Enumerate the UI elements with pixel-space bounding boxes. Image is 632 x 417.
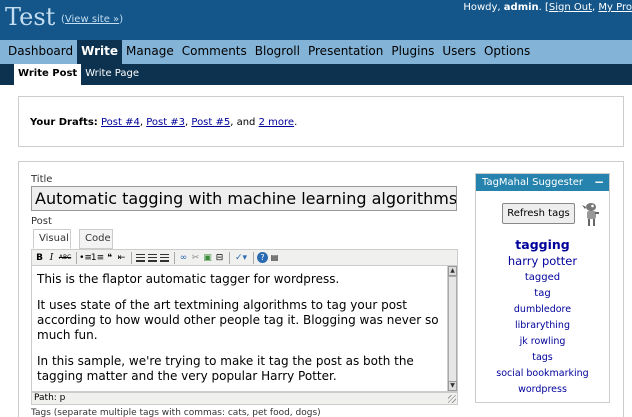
suggested-tag-link[interactable]: wordpress bbox=[476, 382, 609, 398]
editor-paragraph: In this sample, we're trying to make it … bbox=[37, 354, 414, 383]
scroll-up-arrow-icon[interactable]: ▲ bbox=[448, 266, 457, 276]
post-label: Post bbox=[31, 216, 52, 227]
suggested-tag-link[interactable]: tagging bbox=[476, 236, 609, 254]
sub-menu: Write Post Write Page bbox=[0, 64, 632, 85]
unlink-icon[interactable]: ✂ bbox=[190, 251, 201, 265]
suggested-tag-link[interactable]: tags bbox=[476, 350, 609, 366]
image-icon[interactable]: ▣ bbox=[202, 251, 213, 265]
submenu-write-post[interactable]: Write Post bbox=[14, 64, 82, 85]
more-drafts-link[interactable]: 2 more bbox=[259, 117, 294, 128]
suggested-tag-link[interactable]: harry potter bbox=[476, 254, 609, 270]
editor-scrollbar[interactable]: ▲ ▼ bbox=[447, 266, 457, 391]
collapse-icon[interactable]: − bbox=[594, 175, 604, 189]
align-left-icon[interactable] bbox=[135, 251, 146, 265]
toolbar-divider bbox=[253, 251, 254, 264]
bold-button[interactable]: B bbox=[34, 251, 45, 265]
editor-paragraph: It uses state of the art textmining algo… bbox=[37, 298, 439, 342]
tag-suggester-panel: TagMahal Suggester − Refresh tags taggin… bbox=[475, 173, 610, 403]
italic-button[interactable]: I bbox=[46, 251, 57, 265]
spellcheck-icon[interactable]: ✓▾ bbox=[233, 251, 249, 265]
menu-write[interactable]: Write bbox=[77, 40, 123, 64]
strikethrough-button[interactable]: ABC bbox=[58, 251, 72, 265]
editor-path: Path: p bbox=[34, 393, 66, 403]
scroll-thumb[interactable] bbox=[448, 276, 457, 382]
menu-comments[interactable]: Comments bbox=[178, 40, 251, 64]
username: admin bbox=[503, 2, 539, 13]
toolbar-divider bbox=[174, 251, 175, 264]
refresh-tags-button[interactable]: Refresh tags bbox=[502, 203, 575, 224]
post-editor[interactable]: This is the flaptor automatic tagger for… bbox=[31, 266, 458, 392]
suggested-tag-link[interactable]: jk rowling bbox=[476, 334, 609, 350]
suggested-tag-link[interactable]: tag bbox=[476, 286, 609, 302]
draft-link[interactable]: Post #5 bbox=[191, 117, 230, 128]
link-icon[interactable]: ∞ bbox=[178, 251, 189, 265]
outdent-icon[interactable]: ⇤ bbox=[116, 251, 127, 265]
tag-cloud: tagging harry potter tagged tag dumbledore li… bbox=[476, 236, 609, 398]
title-input[interactable]: Automatic tagging with machine learning … bbox=[31, 186, 457, 211]
drafts-box: Your Drafts: Post #4, Post #3, Post #5, … bbox=[18, 96, 624, 147]
header: Test (View site ») Howdy, admin. [Sign O… bbox=[0, 0, 632, 40]
title-label: Title bbox=[31, 174, 53, 185]
tagmahal-robot-icon bbox=[582, 203, 599, 226]
numbered-list-icon[interactable]: 1≡ bbox=[91, 251, 104, 265]
editor-paragraph: This is the flaptor automatic tagger for… bbox=[37, 272, 340, 286]
view-site: (View site ») bbox=[61, 14, 124, 25]
scroll-down-arrow-icon[interactable]: ▼ bbox=[448, 381, 457, 391]
tab-code[interactable]: Code bbox=[79, 229, 113, 249]
menu-users[interactable]: Users bbox=[438, 40, 480, 64]
kitchen-sink-icon[interactable]: ▤ bbox=[269, 251, 280, 265]
drafts-label: Your Drafts: bbox=[30, 117, 98, 128]
help-icon[interactable]: ? bbox=[257, 252, 268, 263]
user-info: Howdy, admin. [Sign Out, My Pro bbox=[463, 2, 632, 13]
tags-label: Tags (separate multiple tags with commas… bbox=[31, 408, 321, 417]
editor-path-bar: Path: p bbox=[31, 392, 458, 405]
admin-menu: Dashboard Write Manage Comments Blogroll… bbox=[0, 40, 632, 64]
drafts-line: Your Drafts: Post #4, Post #3, Post #5, … bbox=[30, 117, 298, 128]
tag-panel-title: TagMahal Suggester bbox=[482, 177, 584, 188]
view-site-link[interactable]: View site » bbox=[65, 14, 119, 25]
bullet-list-icon[interactable]: •≡ bbox=[79, 251, 92, 265]
align-center-icon[interactable] bbox=[147, 251, 158, 265]
toolbar-divider bbox=[229, 251, 230, 264]
resize-grip-icon[interactable] bbox=[448, 395, 456, 403]
menu-manage[interactable]: Manage bbox=[122, 40, 178, 64]
submenu-write-page[interactable]: Write Page bbox=[81, 64, 143, 85]
blockquote-icon[interactable]: ❝ bbox=[104, 251, 115, 265]
suggested-tag-link[interactable]: social bookmarking bbox=[476, 366, 609, 382]
menu-options[interactable]: Options bbox=[480, 40, 534, 64]
menu-blogroll[interactable]: Blogroll bbox=[251, 40, 304, 64]
suggested-tag-link[interactable]: tagged bbox=[476, 270, 609, 286]
draft-link[interactable]: Post #4 bbox=[101, 117, 140, 128]
draft-link[interactable]: Post #3 bbox=[146, 117, 185, 128]
align-right-icon[interactable] bbox=[159, 251, 170, 265]
suggested-tag-link[interactable]: dumbledore bbox=[476, 302, 609, 318]
blog-title: Test bbox=[5, 3, 56, 31]
menu-dashboard[interactable]: Dashboard bbox=[4, 40, 77, 64]
editor-content[interactable]: This is the flaptor automatic tagger for… bbox=[37, 272, 442, 391]
toolbar-divider bbox=[76, 251, 77, 264]
my-profile-link[interactable]: My Pro bbox=[598, 2, 632, 13]
menu-plugins[interactable]: Plugins bbox=[387, 40, 438, 64]
sign-out-link[interactable]: Sign Out bbox=[549, 2, 592, 13]
tab-visual[interactable]: Visual bbox=[33, 229, 71, 249]
suggested-tag-link[interactable]: librarything bbox=[476, 318, 609, 334]
toolbar-divider bbox=[131, 251, 132, 264]
menu-presentation[interactable]: Presentation bbox=[304, 40, 387, 64]
tag-panel-header: TagMahal Suggester − bbox=[476, 174, 609, 191]
editor-toolbar: B I ABC •≡ 1≡ ❝ ⇤ ∞ ✂ ▣ ⊟ ✓▾ ? ▤ bbox=[31, 249, 458, 266]
more-break-icon[interactable]: ⊟ bbox=[214, 251, 225, 265]
